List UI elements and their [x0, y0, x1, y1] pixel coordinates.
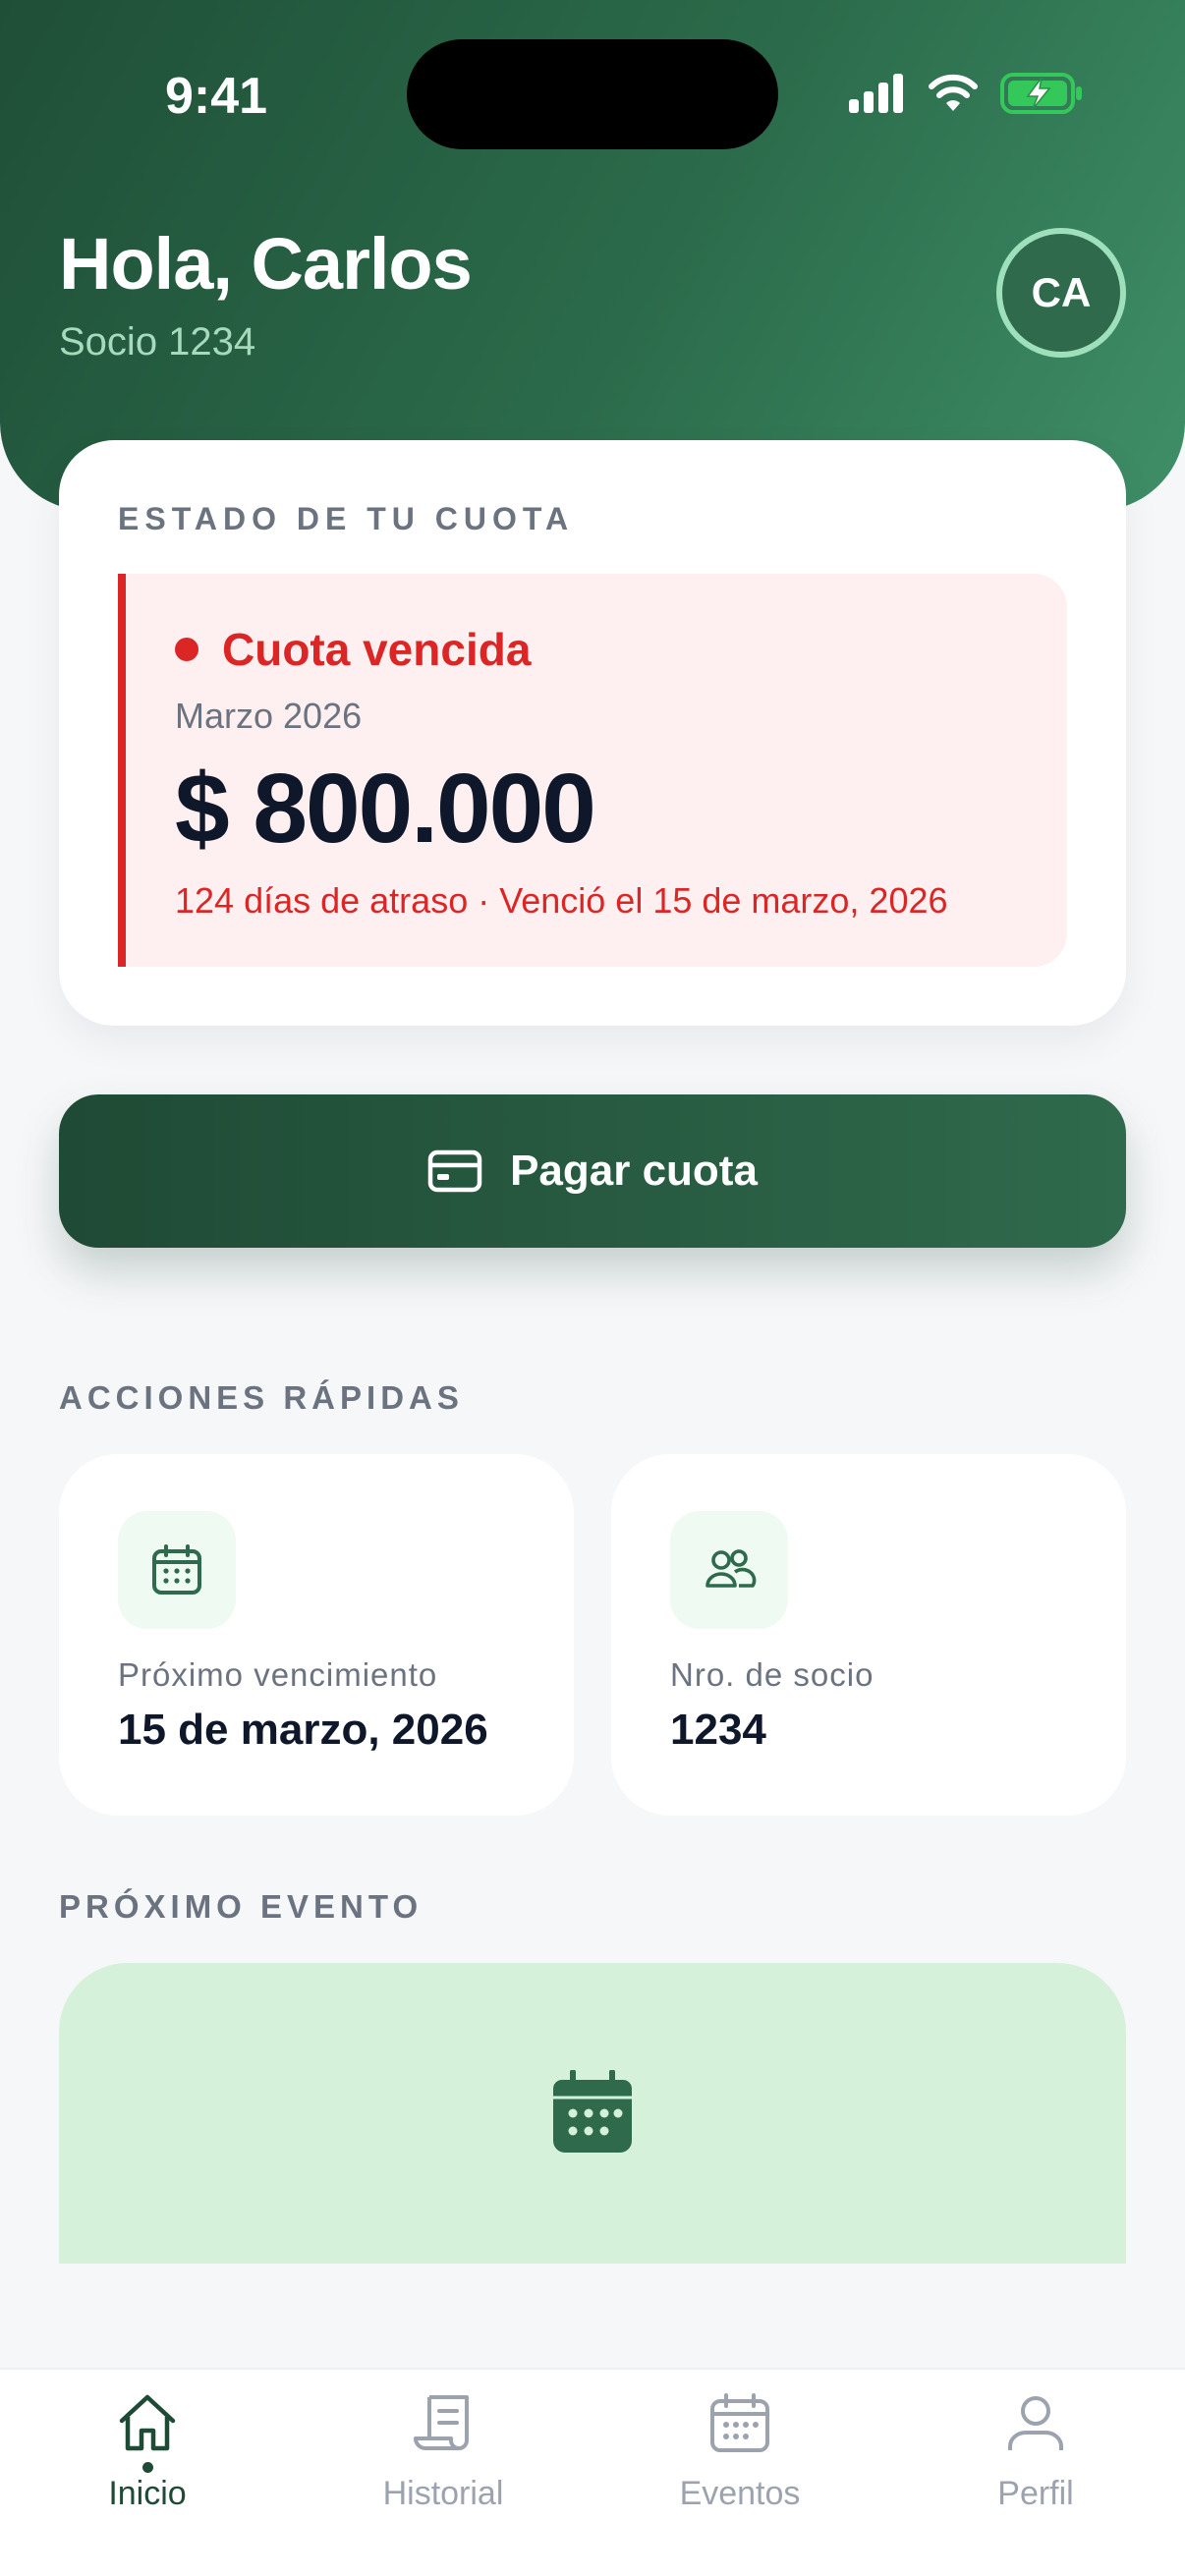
- status-dot: [175, 638, 198, 661]
- nav-label-perfil: Perfil: [997, 2475, 1074, 2512]
- overdue-title: Cuota vencida: [175, 623, 531, 676]
- overdue-detail: 124 días de atraso · Venció el 15 de mar…: [175, 880, 948, 921]
- signal-icon: [849, 74, 903, 113]
- member-number-card[interactable]: Nro. de socio 1234: [611, 1454, 1126, 1816]
- bottom-nav: Inicio Historial Eventos Perfil: [0, 2368, 1185, 2576]
- calendar-icon: [708, 2385, 771, 2460]
- next-due-value: 15 de marzo, 2026: [118, 1706, 488, 1754]
- member-label: Socio 1234: [59, 320, 256, 364]
- quick-actions-title: ACCIONES RÁPIDAS: [59, 1379, 464, 1416]
- calendar-icon: [118, 1511, 236, 1629]
- fee-month: Marzo 2026: [175, 696, 363, 736]
- pay-fee-label: Pagar cuota: [510, 1147, 758, 1195]
- calendar-icon: [553, 2070, 632, 2153]
- dynamic-island: [407, 39, 778, 149]
- fee-status-label: ESTADO DE TU CUOTA: [118, 501, 575, 536]
- status-time: 9:41: [165, 68, 268, 125]
- user-icon: [1004, 2385, 1067, 2460]
- nav-item-historial[interactable]: Historial: [325, 2370, 561, 2576]
- header: 9:41 Hola, Carlos Socio 1234 CA: [0, 0, 1185, 511]
- next-due-card[interactable]: Próximo vencimiento 15 de marzo, 2026: [59, 1454, 574, 1816]
- users-icon: [670, 1511, 788, 1629]
- fee-amount: $ 800.000: [175, 754, 596, 864]
- member-number-label: Nro. de socio: [670, 1656, 875, 1693]
- credit-card-icon: [427, 1149, 482, 1193]
- nav-label-inicio: Inicio: [108, 2475, 187, 2512]
- home-screen: 9:41 Hola, Carlos Socio 1234 CA ESTADO D…: [0, 0, 1185, 2576]
- status-icons: [847, 69, 1085, 118]
- nav-item-inicio[interactable]: Inicio: [29, 2370, 265, 2576]
- pay-fee-button[interactable]: Pagar cuota: [59, 1094, 1126, 1248]
- receipt-icon: [412, 2385, 475, 2460]
- avatar[interactable]: CA: [996, 228, 1126, 358]
- wifi-icon: [929, 74, 978, 111]
- fee-status-card: ESTADO DE TU CUOTA Cuota vencida Marzo 2…: [59, 440, 1126, 1026]
- next-due-label: Próximo vencimiento: [118, 1656, 438, 1693]
- active-indicator: [141, 2462, 153, 2473]
- nav-item-perfil[interactable]: Perfil: [918, 2370, 1154, 2576]
- nav-item-eventos[interactable]: Eventos: [622, 2370, 858, 2576]
- nav-label-eventos: Eventos: [679, 2475, 801, 2512]
- next-event-title: PRÓXIMO EVENTO: [59, 1888, 423, 1925]
- greeting: Hola, Carlos: [59, 223, 473, 305]
- overdue-state: Cuota vencida: [222, 624, 532, 675]
- home-icon: [116, 2385, 179, 2460]
- member-number-value: 1234: [670, 1706, 766, 1754]
- nav-label-historial: Historial: [382, 2475, 504, 2512]
- overdue-alert: Cuota vencida Marzo 2026 $ 800.000 124 d…: [118, 574, 1067, 967]
- battery-charging-icon: [1000, 73, 1082, 114]
- next-event-card[interactable]: [59, 1963, 1126, 2264]
